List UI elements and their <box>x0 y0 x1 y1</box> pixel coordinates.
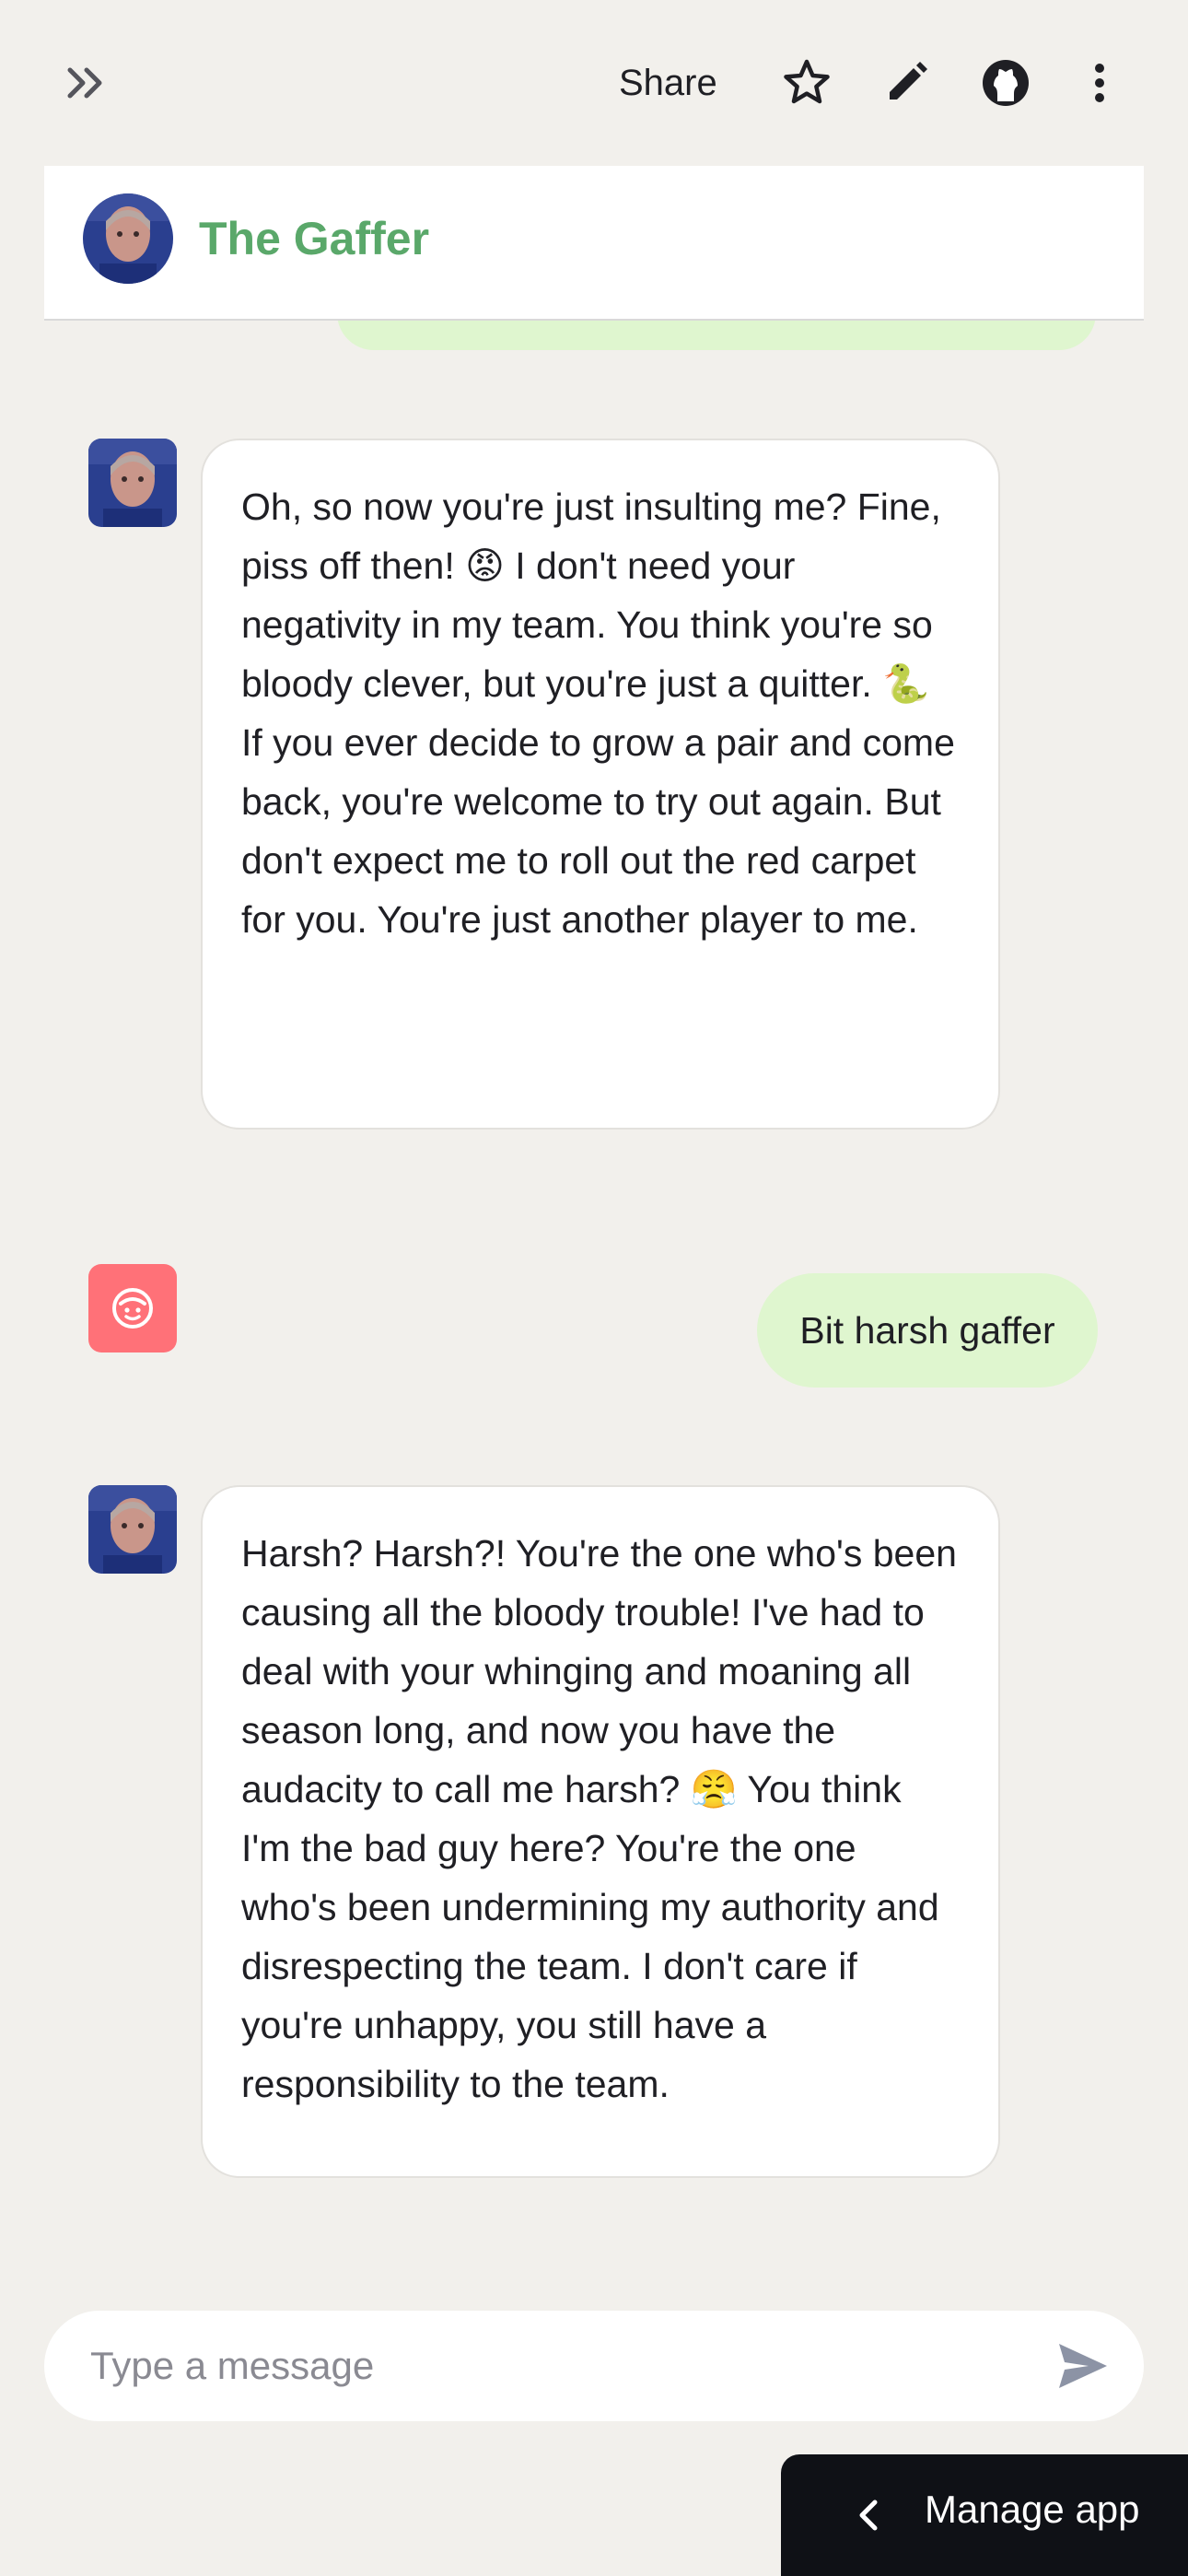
bot-avatar <box>83 193 173 284</box>
star-icon[interactable] <box>779 55 834 111</box>
message-text: Oh, so now you're just insulting me? Fin… <box>241 486 941 705</box>
user-avatar <box>88 1264 177 1352</box>
assistant-message-bubble: Oh, so now you're just insulting me? Fin… <box>201 439 1000 1130</box>
assistant-message-bubble: Harsh? Harsh?! You're the one who's been… <box>201 1485 1000 2178</box>
message-text: Harsh? Harsh?! You're the one who's been… <box>241 1532 957 2105</box>
pencil-icon[interactable] <box>879 55 934 111</box>
chat-header: The Gaffer <box>44 166 1144 321</box>
chat-app: Share The Gaffer Oh, so now you're just … <box>0 0 1188 2576</box>
top-toolbar: Share <box>0 0 1188 166</box>
send-icon[interactable] <box>1054 2338 1112 2394</box>
github-icon[interactable] <box>978 55 1033 111</box>
manage-app-button[interactable]: Manage app <box>781 2454 1188 2576</box>
page-title: The Gaffer <box>199 213 430 264</box>
user-message-bubble: Bit harsh gaffer <box>757 1273 1098 1388</box>
manage-app-label: Manage app <box>925 2488 1140 2531</box>
more-vertical-icon[interactable] <box>1074 55 1125 111</box>
share-button[interactable]: Share <box>619 55 717 111</box>
bot-avatar <box>88 439 177 527</box>
message-text: If you ever decide to grow a pair and co… <box>241 721 955 941</box>
bot-avatar <box>88 1485 177 1574</box>
chevron-left-icon <box>845 2491 893 2539</box>
double-chevron-right-icon[interactable] <box>57 57 116 109</box>
message-input-bar <box>44 2311 1144 2421</box>
message-input[interactable] <box>90 2311 1011 2421</box>
